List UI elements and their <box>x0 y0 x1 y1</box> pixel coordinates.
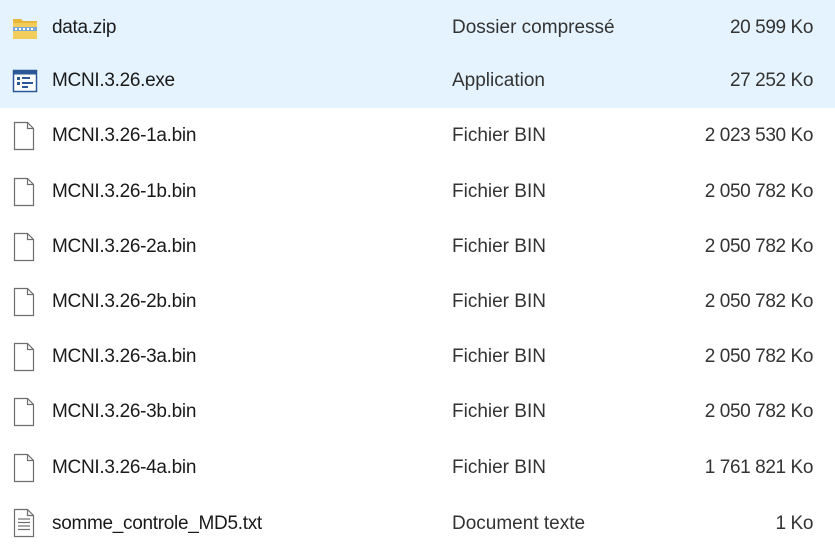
file-size: 2 050 782 Ko <box>704 401 814 422</box>
file-list: data.zip Dossier compressé 20 599 Ko MCN… <box>0 0 835 540</box>
file-type: Fichier BIN <box>452 125 546 146</box>
file-type: Fichier BIN <box>452 291 546 312</box>
file-type: Fichier BIN <box>452 401 546 422</box>
file-name: MCNI.3.26-3b.bin <box>52 401 197 422</box>
file-row-bin-4a[interactable]: MCNI.3.26-4a.bin Fichier BIN 1 761 821 K… <box>0 440 835 496</box>
file-size: 2 050 782 Ko <box>704 181 814 202</box>
file-size: 2 023 530 Ko <box>704 125 814 146</box>
file-icon <box>12 232 36 262</box>
file-size: 1 Ko <box>775 513 814 534</box>
file-name: MCNI.3.26-1a.bin <box>52 125 197 146</box>
file-name: MCNI.3.26-1b.bin <box>52 181 197 202</box>
file-icon <box>12 397 36 427</box>
file-name: MCNI.3.26.exe <box>52 70 175 91</box>
file-icon <box>12 121 36 151</box>
file-type: Application <box>452 70 545 91</box>
file-name: MCNI.3.26-3a.bin <box>52 346 197 367</box>
file-type: Document texte <box>452 513 586 534</box>
file-name: data.zip <box>52 17 117 38</box>
file-size: 2 050 782 Ko <box>704 236 814 257</box>
file-type: Dossier compressé <box>452 17 615 38</box>
file-row-mcni-exe[interactable]: MCNI.3.26.exe Application 27 252 Ko <box>0 52 835 108</box>
file-icon <box>12 342 36 372</box>
file-name: MCNI.3.26-2a.bin <box>52 236 197 257</box>
file-name: MCNI.3.26-2b.bin <box>52 291 197 312</box>
text-document-icon <box>12 508 36 538</box>
file-type: Fichier BIN <box>452 346 546 367</box>
file-type: Fichier BIN <box>452 236 546 257</box>
file-size: 1 761 821 Ko <box>704 457 814 478</box>
file-icon <box>12 453 36 483</box>
file-row-bin-1b[interactable]: MCNI.3.26-1b.bin Fichier BIN 2 050 782 K… <box>0 164 835 220</box>
zip-folder-icon <box>12 13 37 43</box>
file-row-bin-3a[interactable]: MCNI.3.26-3a.bin Fichier BIN 2 050 782 K… <box>0 329 835 385</box>
file-icon <box>12 177 36 207</box>
file-size: 20 599 Ko <box>729 17 813 38</box>
file-row-bin-2a[interactable]: MCNI.3.26-2a.bin Fichier BIN 2 050 782 K… <box>0 219 835 275</box>
file-size: 27 252 Ko <box>729 70 813 91</box>
file-row-bin-3b[interactable]: MCNI.3.26-3b.bin Fichier BIN 2 050 782 K… <box>0 384 835 440</box>
file-row-md5-txt[interactable]: somme_controle_MD5.txt Document texte 1 … <box>0 496 835 540</box>
file-icon <box>12 287 36 317</box>
file-name: somme_controle_MD5.txt <box>52 513 262 534</box>
file-size: 2 050 782 Ko <box>704 346 814 367</box>
application-icon <box>12 66 38 96</box>
file-row-bin-2b[interactable]: MCNI.3.26-2b.bin Fichier BIN 2 050 782 K… <box>0 274 835 330</box>
file-row-bin-1a[interactable]: MCNI.3.26-1a.bin Fichier BIN 2 023 530 K… <box>0 108 835 164</box>
file-row-data-zip[interactable]: data.zip Dossier compressé 20 599 Ko <box>0 0 835 56</box>
file-type: Fichier BIN <box>452 457 546 478</box>
file-name: MCNI.3.26-4a.bin <box>52 457 197 478</box>
file-type: Fichier BIN <box>452 181 546 202</box>
file-size: 2 050 782 Ko <box>704 291 814 312</box>
